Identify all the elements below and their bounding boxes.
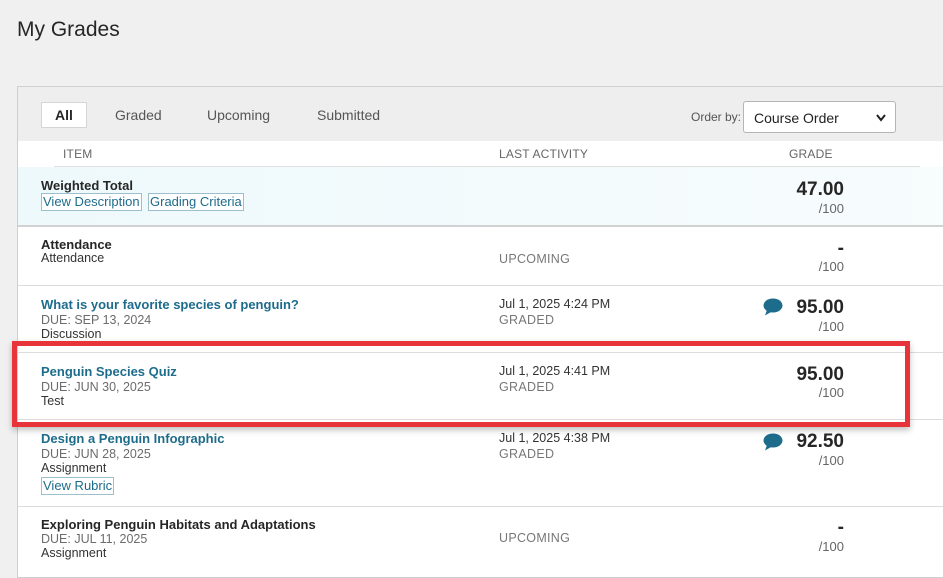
filter-all[interactable]: All xyxy=(41,102,87,128)
activity-date: Jul 1, 2025 4:24 PM xyxy=(499,297,611,311)
view-description-button[interactable]: View Description xyxy=(41,193,142,211)
item-type: Assignment xyxy=(41,461,107,475)
chevron-down-icon xyxy=(875,102,887,146)
item-title: Weighted Total xyxy=(41,178,133,193)
highlight-box xyxy=(12,341,910,427)
due-date: DUE: SEP 13, 2024 xyxy=(41,313,152,327)
column-header-grade[interactable]: GRADE xyxy=(789,147,833,161)
activity-status: GRADED xyxy=(499,313,555,327)
item-link[interactable]: Design a Penguin Infographic xyxy=(41,431,224,446)
due-date: DUE: JUL 11, 2025 xyxy=(41,532,148,546)
grades-panel: All Graded Upcoming Submitted Order by: … xyxy=(17,86,943,578)
item-type: Assignment xyxy=(41,546,107,560)
order-by-label: Order by: xyxy=(691,110,742,124)
item-type: Discussion xyxy=(41,327,102,341)
item-title: Exploring Penguin Habitats and Adaptatio… xyxy=(41,517,316,532)
grade-max: /100 xyxy=(818,201,844,216)
grade-max: /100 xyxy=(818,453,844,468)
grades-toolbar: All Graded Upcoming Submitted Order by: … xyxy=(18,87,943,141)
grade-value: 95.00 xyxy=(796,297,844,318)
item-link[interactable]: What is your favorite species of penguin… xyxy=(41,297,299,312)
grade-max: /100 xyxy=(818,539,844,554)
comment-icon[interactable] xyxy=(763,433,783,451)
order-by-value: Course Order xyxy=(754,110,839,126)
table-row: Exploring Penguin Habitats and Adaptatio… xyxy=(18,507,943,577)
activity-status: UPCOMING xyxy=(499,252,571,266)
order-by-select[interactable]: Course Order xyxy=(743,101,896,133)
activity-date: Jul 1, 2025 4:38 PM xyxy=(499,431,611,445)
grade-value: 47.00 xyxy=(796,179,844,200)
grade-max: /100 xyxy=(818,259,844,274)
table-row: Weighted Total View Description Grading … xyxy=(18,167,943,227)
filter-submitted[interactable]: Submitted xyxy=(317,103,380,127)
due-date: DUE: JUN 28, 2025 xyxy=(41,447,151,461)
activity-status: UPCOMING xyxy=(499,531,571,545)
view-rubric-button[interactable]: View Rubric xyxy=(41,477,115,495)
grade-max: /100 xyxy=(818,319,844,334)
table-row: Design a Penguin Infographic DUE: JUN 28… xyxy=(18,420,943,507)
activity-status: GRADED xyxy=(499,447,555,461)
page-title: My Grades xyxy=(17,18,120,41)
table-row: Attendance Attendance UPCOMING - /100 xyxy=(18,227,943,286)
column-header-last-activity[interactable]: LAST ACTIVITY xyxy=(499,147,588,161)
item-title: Attendance xyxy=(41,237,112,252)
filter-graded[interactable]: Graded xyxy=(115,103,162,127)
grade-value: - xyxy=(837,517,844,538)
column-header-item[interactable]: ITEM xyxy=(63,147,92,161)
grade-value: 92.50 xyxy=(796,431,844,452)
grading-criteria-button[interactable]: Grading Criteria xyxy=(148,193,244,211)
filter-upcoming[interactable]: Upcoming xyxy=(207,103,270,127)
comment-icon[interactable] xyxy=(763,298,783,316)
item-type: Attendance xyxy=(41,251,105,265)
grade-value: - xyxy=(837,238,844,259)
